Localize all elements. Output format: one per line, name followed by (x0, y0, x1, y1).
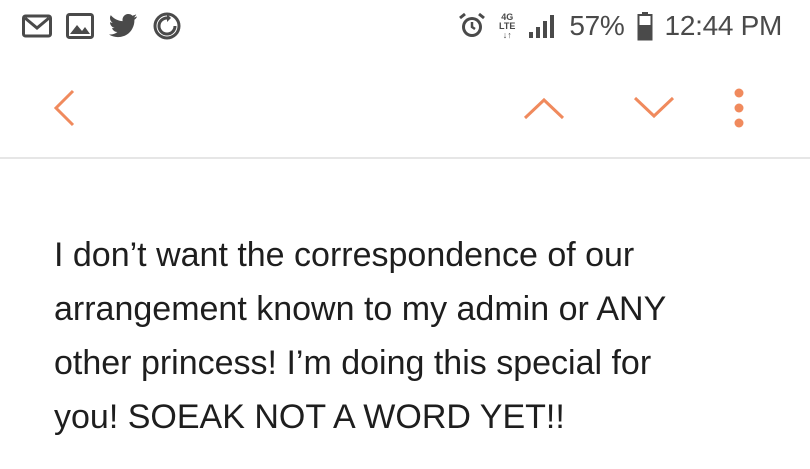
previous-message-button[interactable] (520, 86, 568, 130)
message-body: I don’t want the correspondence of our a… (54, 228, 794, 444)
message-line: you! SOEAK NOT A WORD YET!! (54, 398, 565, 436)
message-line: arrangement known to my admin or ANY (54, 290, 667, 328)
chevron-up-icon (523, 97, 565, 120)
message-line: other princess! I’m doing this special f… (54, 344, 652, 382)
sync-icon (152, 11, 182, 41)
message-toolbar (0, 62, 810, 152)
more-vert-icon (734, 88, 744, 128)
screen: 4G LTE ↓↑ 57% 12:44 PM I don’t want the … (0, 0, 810, 469)
mail-icon (22, 14, 52, 38)
notification-icons (22, 11, 182, 41)
scroll-fragment (82, 150, 96, 164)
alarm-icon (457, 11, 487, 41)
chevron-left-icon (53, 89, 75, 127)
toolbar-divider (0, 157, 810, 159)
more-options-button[interactable] (722, 82, 756, 134)
gallery-icon (66, 13, 94, 39)
network-4g-lte-icon: 4G LTE ↓↑ (499, 12, 515, 40)
back-button[interactable] (40, 84, 88, 132)
twitter-icon (108, 13, 138, 39)
signal-icon (527, 13, 557, 39)
battery-icon (637, 11, 653, 41)
chevron-down-icon (633, 96, 675, 119)
clock: 12:44 PM (664, 10, 783, 41)
status-bar: 4G LTE ↓↑ 57% 12:44 PM (0, 0, 810, 52)
battery-percentage: 57% (569, 10, 625, 41)
data-arrows-icon: ↓↑ (502, 29, 512, 40)
system-status: 4G LTE ↓↑ 57% 12:44 PM (457, 10, 782, 42)
message-line: I don’t want the correspondence of our (54, 236, 635, 274)
next-message-button[interactable] (630, 86, 678, 130)
